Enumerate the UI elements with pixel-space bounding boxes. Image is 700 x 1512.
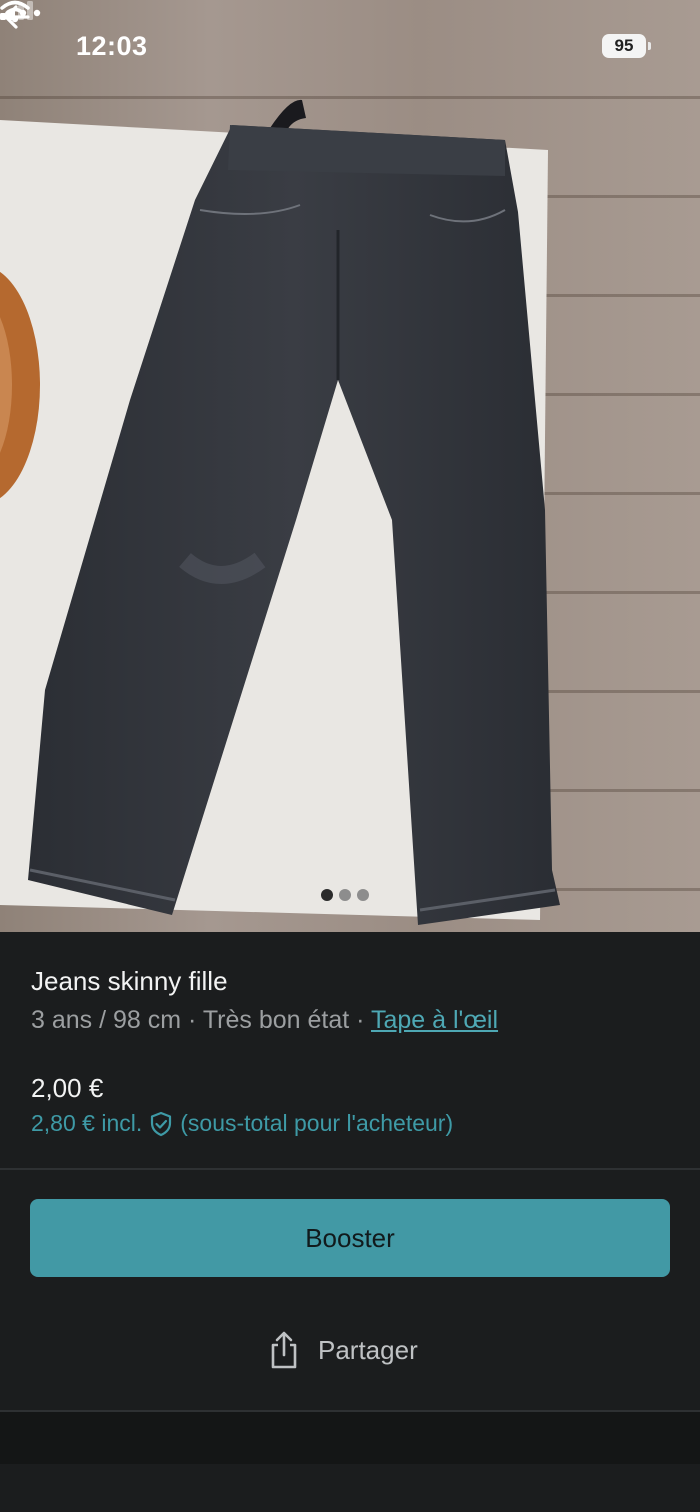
item-price: 2,00 € [31,1073,104,1103]
status-bar: 12:03 95 [0,0,700,92]
share-label: Partager [318,1334,418,1365]
buyer-price-note: (sous-total pour l'acheteur) [180,1110,454,1136]
share-icon [271,1331,297,1369]
battery-icon: 95 [602,34,646,58]
brand-link[interactable]: Tape à l'œil [371,1006,498,1034]
battery-tip [648,42,651,50]
status-time: 12:03 [76,31,148,61]
shield-check-icon [151,1111,172,1136]
item-size: 3 ans / 98 cm [31,1006,182,1034]
booster-button[interactable]: Booster [30,1199,670,1277]
meta-separator: · [349,1006,371,1034]
buyer-price-row[interactable]: 2,80 € incl. (sous-total pour l'acheteur… [31,1110,453,1137]
share-button[interactable]: Partager [266,1326,418,1374]
item-title: Jeans skinny fille [31,966,228,996]
meta-separator: · [181,1006,203,1034]
item-condition: Très bon état [202,1006,350,1034]
photo-pager[interactable] [321,889,369,901]
bottom-bar [0,1412,700,1464]
divider [0,1168,700,1170]
item-meta: 3 ans / 98 cm · Très bon état · Tape à l… [31,1006,498,1035]
buyer-price: 2,80 € incl. [31,1110,143,1136]
product-photo[interactable]: 12:03 95 [0,0,700,932]
pager-dot-active[interactable] [321,889,333,901]
more-icon[interactable] [0,0,46,26]
jeans-photo-illustration [0,99,560,925]
pager-dot[interactable] [339,889,351,901]
pager-dot[interactable] [357,889,369,901]
